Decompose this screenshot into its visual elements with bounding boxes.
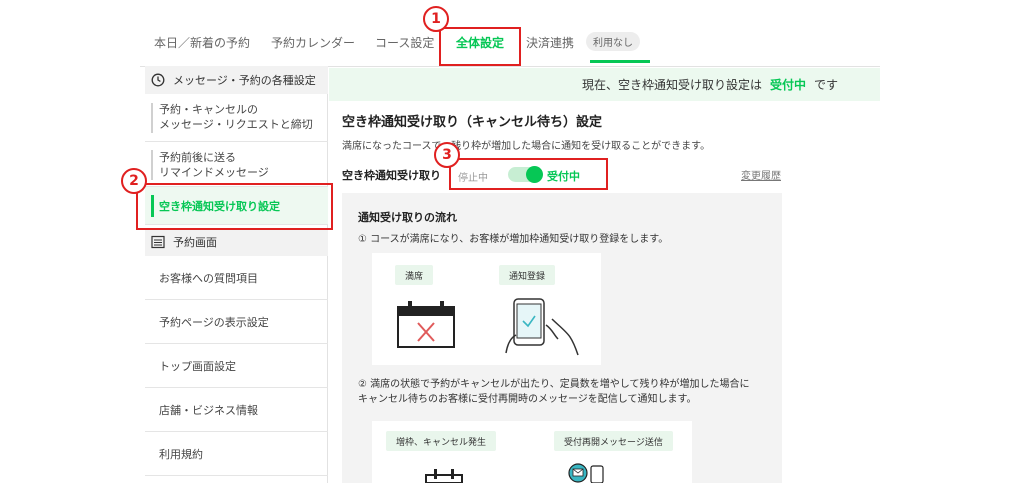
sidebar-item-label: 予約ページの表示設定	[159, 316, 269, 329]
banner-suffix: です	[813, 78, 838, 92]
sidebar-item-page-display[interactable]: 予約ページの表示設定	[145, 300, 328, 344]
flow-step-2: ② 満席の状態で予約がキャンセルが出たり、定員数を増やして残り枠が増加した場合に…	[358, 379, 750, 405]
sidebar-section-booking-screen: 予約画面	[145, 228, 328, 256]
sidebar-item-store-info[interactable]: 店舗・ビジネス情報	[145, 388, 328, 432]
tab-today-bookings[interactable]: 本日／新着の予約	[154, 34, 250, 51]
tab-booking-calendar[interactable]: 予約カレンダー	[271, 34, 355, 51]
active-tab-indicator	[590, 60, 650, 63]
callout-box-toggle	[449, 158, 608, 190]
flow-title: 通知受け取りの流れ	[358, 211, 457, 224]
status-banner: 現在、空き枠通知受け取り設定は 受付中 です	[329, 68, 880, 101]
callout-number-3: 3	[434, 142, 460, 168]
calendar-full-icon	[397, 301, 455, 348]
payment-status-badge: 利用なし	[586, 32, 640, 51]
banner-status: 受付中	[769, 78, 806, 92]
sidebar-section-messages: メッセージ・予約の各種設定	[145, 66, 328, 94]
banner-prefix: 現在、空き枠通知受け取り設定は	[581, 78, 762, 92]
pill-register: 通知登録	[499, 265, 556, 285]
sidebar-item-top-screen[interactable]: トップ画面設定	[145, 344, 328, 388]
sidebar-item-label: 店舗・ビジネス情報	[159, 404, 258, 417]
sidebar-item-remind[interactable]: 予約前後に送る リマインドメッセージ	[145, 142, 328, 187]
message-icon	[568, 463, 604, 483]
sidebar-section-label: メッセージ・予約の各種設定	[173, 74, 316, 87]
sidebar-item-label: 予約・キャンセルの メッセージ・リクエストと締切	[159, 103, 313, 131]
callout-box-general-tab	[439, 27, 521, 66]
callout-box-waitlist-item	[136, 183, 333, 230]
page-title: 空き枠通知受け取り（キャンセル待ち）設定	[342, 115, 603, 130]
sidebar-item-label: 利用規約	[159, 448, 203, 461]
sidebar-item-label: 予約前後に送る リマインドメッセージ	[159, 151, 269, 179]
pill-full: 満席	[395, 265, 434, 285]
clock-icon	[151, 73, 165, 87]
tab-payment[interactable]: 決済連携	[526, 34, 574, 51]
sidebar-item-label: トップ画面設定	[159, 360, 236, 373]
pill-increase: 増枠、キャンセル発生	[386, 431, 497, 451]
page-description: 満席になったコースで、残り枠が増加した場合に通知を受け取ることができます。	[342, 141, 711, 152]
callout-number-2: 2	[121, 168, 147, 194]
flow-step-2-illustration: 増枠、キャンセル発生 受付再開メッセージ送信	[372, 421, 692, 483]
sidebar-item-bar	[151, 103, 153, 133]
notification-flow-panel: 通知受け取りの流れ ① コースが満席になり、お客様が増加枠通知受け取り登録をしま…	[342, 193, 782, 483]
sidebar-item-booking-cancel[interactable]: 予約・キャンセルの メッセージ・リクエストと締切	[145, 94, 328, 142]
change-history-link[interactable]: 変更履歴	[741, 167, 781, 182]
sidebar-item-label: お客様への質問項目	[159, 272, 258, 285]
flow-step-1: ① コースが満席になり、お客様が増加枠通知受け取り登録をします。	[358, 234, 669, 245]
sidebar-item-bar	[151, 150, 153, 180]
calendar-icon	[425, 469, 463, 483]
tab-course-settings[interactable]: コース設定	[375, 34, 434, 51]
sidebar-section-label: 予約画面	[173, 236, 217, 249]
flow-step-1-illustration: 満席 通知登録	[372, 253, 601, 365]
sidebar-item-terms[interactable]: 利用規約	[145, 432, 328, 476]
sidebar-item-questions[interactable]: お客様への質問項目	[145, 256, 328, 300]
smartphone-hand-icon	[505, 298, 579, 356]
toggle-label: 空き枠通知受け取り	[342, 169, 441, 182]
pill-resume: 受付再開メッセージ送信	[554, 431, 673, 451]
settings-sidebar: メッセージ・予約の各種設定 予約・キャンセルの メッセージ・リクエストと締切 予…	[145, 66, 328, 483]
list-icon	[151, 235, 165, 249]
callout-number-1: 1	[423, 6, 449, 32]
